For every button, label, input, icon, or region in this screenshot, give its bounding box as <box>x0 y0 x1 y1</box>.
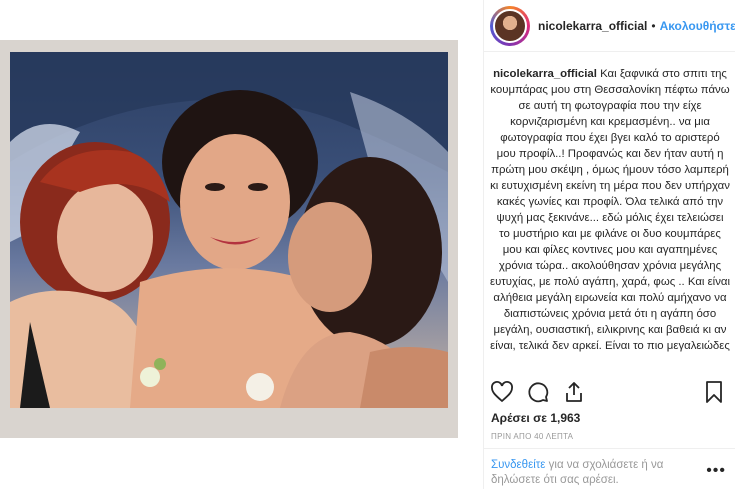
post-header: nicolekarra_official • Ακολουθήστε <box>484 0 735 52</box>
caption-text: Και ξαφνικά στο σπιτι της κουμπάρας μου … <box>490 68 731 352</box>
photo-illustration <box>10 52 448 408</box>
heart-icon[interactable] <box>490 380 514 404</box>
header-username[interactable]: nicolekarra_official <box>538 19 647 33</box>
comment-prompt: Συνδεθείτε για να σχολιάσετε ή να δηλώσε… <box>491 458 696 488</box>
bookmark-icon[interactable] <box>702 380 726 404</box>
comment-area: Συνδεθείτε για να σχολιάσετε ή να δηλώσε… <box>484 448 735 489</box>
caption-username[interactable]: nicolekarra_official <box>493 68 597 80</box>
post-caption: nicolekarra_official Και ξαφνικά στο σπι… <box>490 66 730 354</box>
post-photo[interactable] <box>10 52 448 408</box>
login-link[interactable]: Συνδεθείτε <box>491 459 545 471</box>
more-options-icon[interactable]: ••• <box>706 462 726 480</box>
header-separator: • <box>651 18 656 33</box>
follow-button[interactable]: Ακολουθήστε <box>660 19 735 33</box>
post-side-panel: nicolekarra_official • Ακολουθήστε nicol… <box>483 0 735 489</box>
likes-count[interactable]: Αρέσει σε 1,963 <box>491 411 580 425</box>
post-media <box>0 0 483 489</box>
framed-photo <box>0 40 458 438</box>
share-icon[interactable] <box>562 380 586 404</box>
avatar[interactable] <box>490 5 530 46</box>
post-timestamp: ΠΡΙΝ ΑΠΟ 40 ΛΕΠΤΑ <box>491 432 574 441</box>
avatar-image <box>493 8 527 43</box>
comment-bubble-icon[interactable] <box>526 380 550 404</box>
post-actions <box>490 380 730 404</box>
